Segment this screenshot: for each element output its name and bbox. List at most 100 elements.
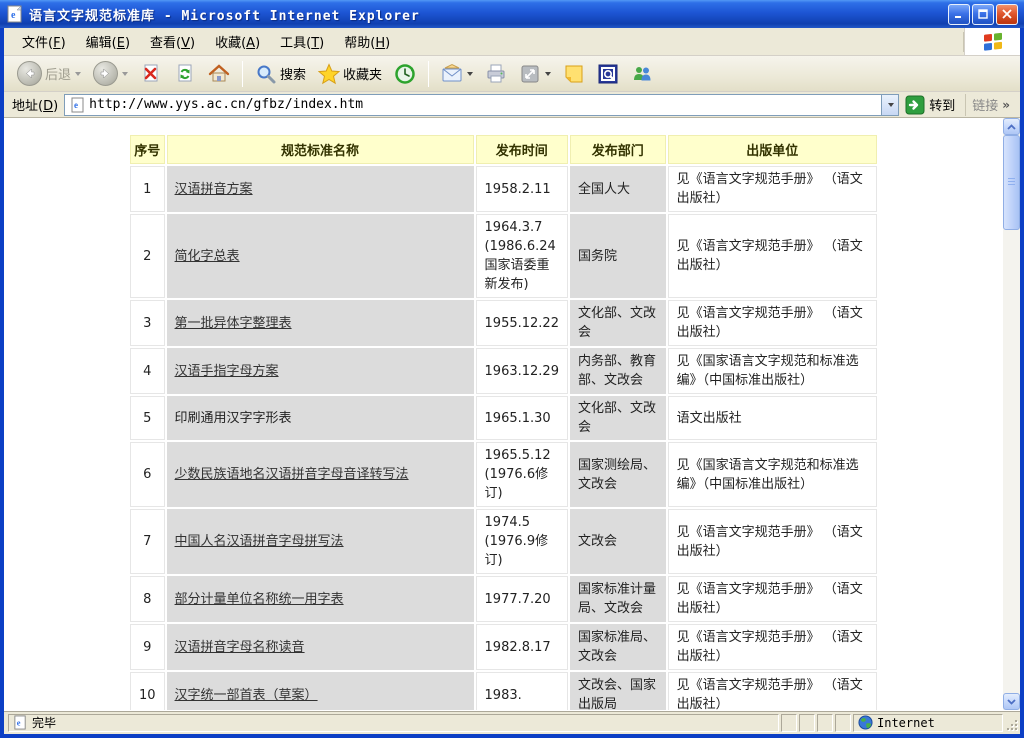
publisher: 见《语言文字规范手册》 （语文出版社） [668, 509, 877, 574]
publish-date: 1964.3.7 (1986.6.24国家语委重新发布) [476, 214, 569, 298]
scrollbar-track[interactable] [1003, 135, 1020, 693]
menu-item[interactable]: 查看(V) [140, 28, 205, 55]
table-row: 6少数民族语地名汉语拼音字母音译转写法1965.5.12 (1976.6修订)国… [130, 442, 877, 507]
publish-dept: 文改会、国家出版局 [570, 672, 666, 710]
publish-dept: 文化部、文改会 [570, 396, 666, 440]
vertical-scrollbar[interactable] [1003, 118, 1020, 710]
note-button[interactable] [558, 58, 590, 90]
standard-name: 第一批异体字整理表 [167, 300, 474, 346]
address-dropdown-button[interactable] [881, 95, 898, 115]
go-icon [905, 95, 925, 115]
column-header: 序号 [130, 135, 165, 164]
address-dropdown-icon [888, 103, 894, 107]
menu-item[interactable]: 文件(F) [12, 28, 76, 55]
row-number: 3 [130, 300, 165, 346]
home-icon [208, 63, 230, 85]
q-tool-button[interactable] [592, 58, 624, 90]
close-button[interactable] [996, 4, 1018, 25]
search-button[interactable]: 搜索 [250, 58, 311, 90]
print-button[interactable] [480, 58, 512, 90]
status-pane-main: e 完毕 [8, 714, 779, 732]
mail-button[interactable] [436, 58, 478, 90]
publish-date: 1955.12.22 [476, 300, 569, 346]
column-header: 规范标准名称 [167, 135, 474, 164]
toolbar-separator [428, 61, 429, 87]
menu-item[interactable]: 编辑(E) [76, 28, 140, 55]
web-page: 序号规范标准名称发布时间发布部门出版单位 1汉语拼音方案1958.2.11全国人… [4, 118, 1003, 710]
title-bar: e 语言文字规范标准库 - Microsoft Internet Explore… [0, 0, 1024, 28]
maximize-button[interactable] [972, 4, 994, 25]
menu-item[interactable]: 收藏(A) [205, 28, 270, 55]
go-button[interactable]: 转到 [899, 93, 961, 117]
column-header: 发布部门 [570, 135, 666, 164]
print-icon [485, 63, 507, 85]
history-icon [394, 63, 416, 85]
svg-text:e: e [17, 717, 21, 727]
links-chevron-icon: » [1002, 98, 1010, 112]
standard-name-link[interactable]: 汉语拼音字母名称读音 [175, 640, 305, 655]
publish-date: 1983. [476, 672, 569, 710]
mail-icon [441, 63, 463, 85]
messenger-button[interactable] [626, 58, 658, 90]
fullscreen-icon [519, 63, 541, 85]
column-header: 出版单位 [668, 135, 877, 164]
scroll-up-button[interactable] [1003, 118, 1020, 135]
publish-date: 1965.1.30 [476, 396, 569, 440]
internet-globe-icon [858, 715, 873, 730]
window-title: 语言文字规范标准库 - Microsoft Internet Explorer [29, 5, 946, 24]
note-icon [563, 63, 585, 85]
publish-dept: 文改会 [570, 509, 666, 574]
address-input-box: e [64, 94, 899, 116]
back-icon [17, 61, 42, 86]
publish-date: 1958.2.11 [476, 166, 569, 212]
table-row: 1汉语拼音方案1958.2.11全国人大见《语言文字规范手册》 （语文出版社） [130, 166, 877, 212]
scroll-down-icon [1007, 699, 1016, 705]
publisher: 语文出版社 [668, 396, 877, 440]
home-button[interactable] [203, 58, 235, 90]
forward-button[interactable] [88, 58, 133, 90]
favorites-button[interactable]: 收藏夹 [313, 58, 387, 90]
standard-name-link[interactable]: 部分计量单位名称统一用字表 [175, 592, 344, 607]
standard-name: 简化字总表 [167, 214, 474, 298]
q-tool-icon [597, 63, 619, 85]
standard-name-link[interactable]: 简化字总表 [175, 249, 240, 264]
stop-button[interactable] [135, 58, 167, 90]
scroll-down-button[interactable] [1003, 693, 1020, 710]
publisher: 见《语言文字规范手册》 （语文出版社） [668, 624, 877, 670]
browser-content: 序号规范标准名称发布时间发布部门出版单位 1汉语拼音方案1958.2.11全国人… [4, 118, 1020, 710]
standard-name: 中国人名汉语拼音字母拼写法 [167, 509, 474, 574]
standard-name: 汉语拼音字母名称读音 [167, 624, 474, 670]
menu-item[interactable]: 工具(T) [270, 28, 334, 55]
menu-item[interactable]: 帮助(H) [334, 28, 400, 55]
back-button[interactable]: 后退 [12, 58, 86, 90]
status-pane [817, 714, 833, 732]
publisher: 见《语言文字规范手册》 （语文出版社） [668, 214, 877, 298]
table-row: 3第一批异体字整理表1955.12.22文化部、文改会见《语言文字规范手册》 （… [130, 300, 877, 346]
publish-dept: 国务院 [570, 214, 666, 298]
refresh-button[interactable] [169, 58, 201, 90]
ie-page-icon-small: e [70, 97, 86, 113]
fullscreen-button[interactable] [514, 58, 556, 90]
resize-grip[interactable] [1005, 715, 1018, 731]
standard-name-link[interactable]: 中国人名汉语拼音字母拼写法 [175, 534, 344, 549]
standard-name-link[interactable]: 汉语拼音方案 [175, 182, 253, 197]
publisher: 见《语言文字规范手册》 （语文出版社） [668, 300, 877, 346]
standard-name-link[interactable]: 第一批异体字整理表 [175, 316, 292, 331]
row-number: 10 [130, 672, 165, 710]
links-label: 链接 [972, 95, 998, 114]
row-number: 9 [130, 624, 165, 670]
history-button[interactable] [389, 58, 421, 90]
table-row: 5印刷通用汉字字形表1965.1.30文化部、文改会语文出版社 [130, 396, 877, 440]
scrollbar-thumb[interactable] [1003, 135, 1020, 230]
row-number: 5 [130, 396, 165, 440]
minimize-button[interactable] [948, 4, 970, 25]
standard-name-link[interactable]: 少数民族语地名汉语拼音字母音译转写法 [175, 467, 409, 482]
address-input[interactable] [89, 96, 881, 114]
links-bar[interactable]: 链接 » [965, 94, 1016, 116]
scroll-up-icon [1007, 124, 1016, 130]
publish-date: 1965.5.12 (1976.6修订) [476, 442, 569, 507]
publisher: 见《语言文字规范手册》 （语文出版社） [668, 576, 877, 622]
publisher: 见《语言文字规范手册》 （语文出版社） [668, 672, 877, 710]
standard-name-link[interactable]: 汉语手指字母方案 [175, 364, 279, 379]
standard-name-link[interactable]: 汉字统一部首表（草案） [175, 688, 318, 703]
